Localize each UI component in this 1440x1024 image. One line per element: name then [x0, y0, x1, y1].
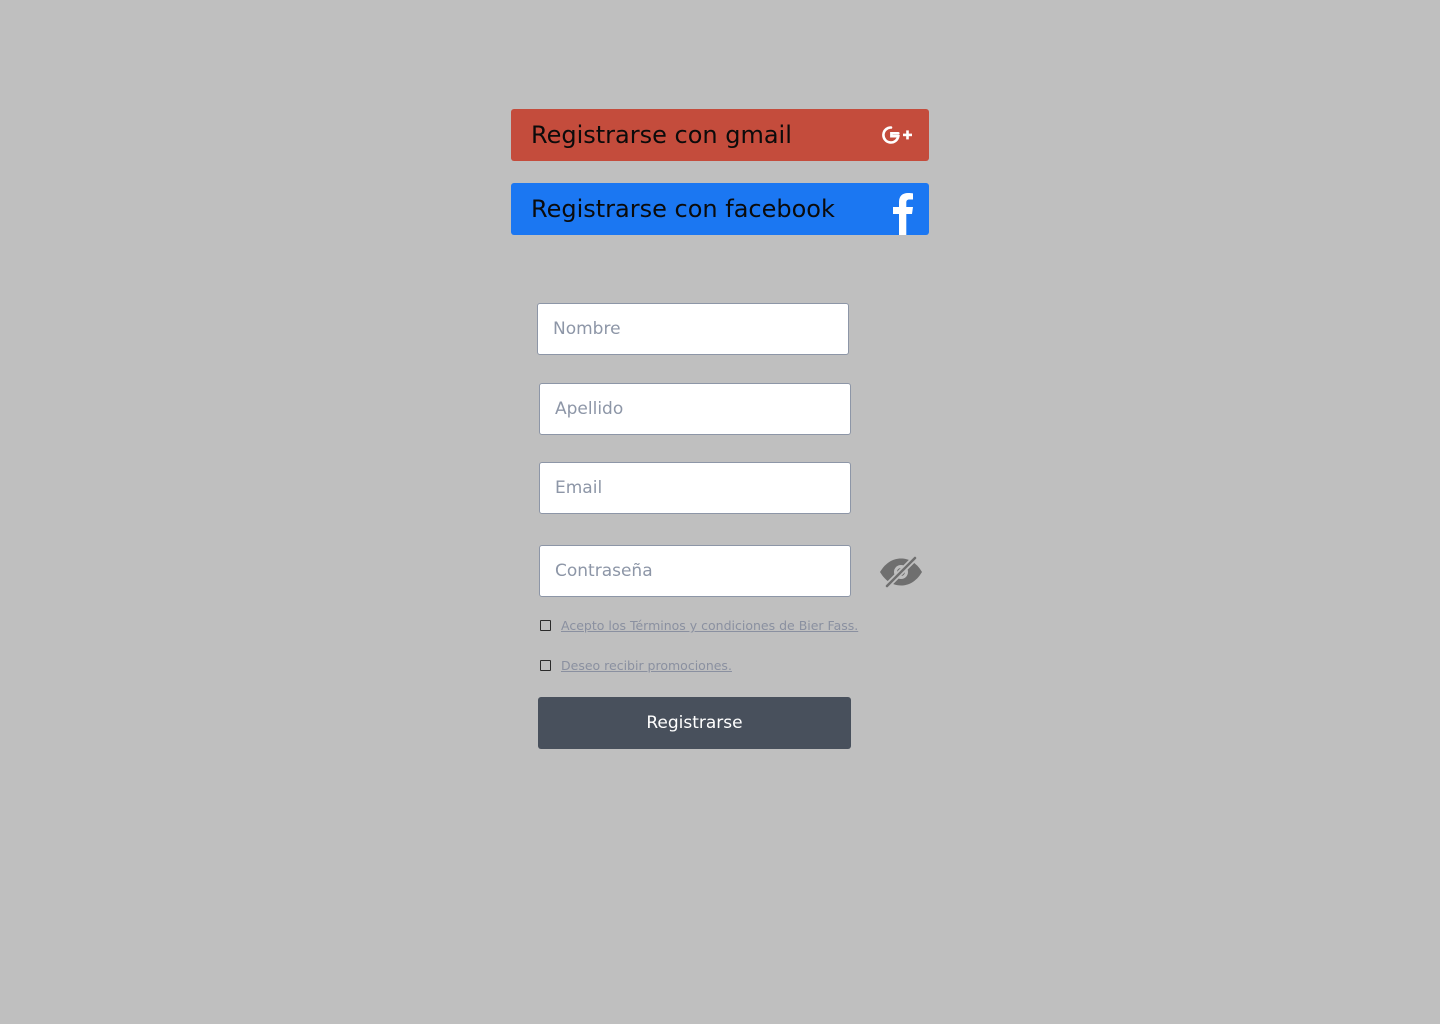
facebook-icon	[889, 183, 915, 235]
terms-row: Acepto los Términos y condiciones de Bie…	[540, 618, 858, 633]
nombre-input[interactable]	[537, 303, 849, 355]
promo-row: Deseo recibir promociones.	[540, 658, 732, 673]
register-facebook-button[interactable]: Registrarse con facebook	[511, 183, 929, 235]
terms-checkbox[interactable]	[540, 620, 551, 631]
register-submit-button[interactable]: Registrarse	[538, 697, 851, 749]
google-plus-icon	[881, 123, 915, 147]
register-gmail-label: Registrarse con gmail	[531, 121, 792, 149]
apellido-input[interactable]	[539, 383, 851, 435]
password-visibility-toggle[interactable]	[877, 553, 925, 591]
register-gmail-button[interactable]: Registrarse con gmail	[511, 109, 929, 161]
promo-label[interactable]: Deseo recibir promociones.	[561, 658, 732, 673]
eye-slash-icon	[880, 556, 922, 588]
register-facebook-label: Registrarse con facebook	[531, 195, 835, 223]
register-page: Registrarse con gmail Registrarse con fa…	[0, 0, 1440, 1024]
terms-label[interactable]: Acepto los Términos y condiciones de Bie…	[561, 618, 858, 633]
password-input[interactable]	[539, 545, 851, 597]
promo-checkbox[interactable]	[540, 660, 551, 671]
email-input[interactable]	[539, 462, 851, 514]
